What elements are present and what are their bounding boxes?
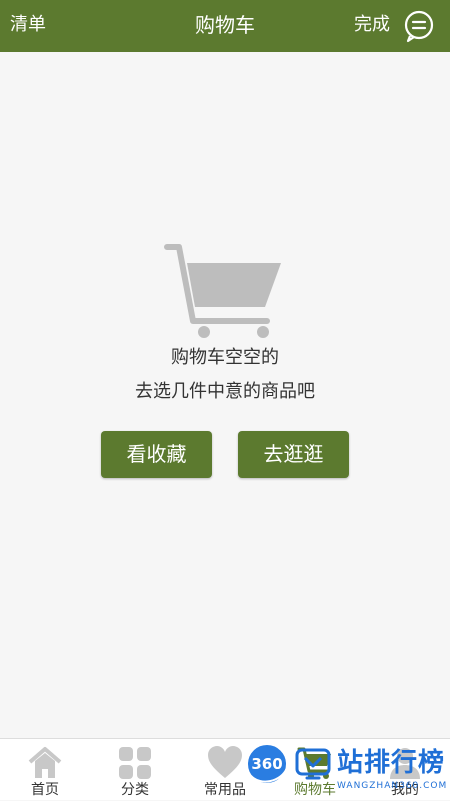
message-icon[interactable] bbox=[402, 9, 436, 43]
cart-icon bbox=[297, 747, 331, 779]
view-favorites-button[interactable]: 看收藏 bbox=[101, 431, 212, 478]
nav-item-cart[interactable]: 购物车 bbox=[270, 739, 360, 801]
nav-label-mine: 我的 bbox=[391, 782, 419, 798]
nav-label-cart: 购物车 bbox=[294, 782, 336, 798]
bottom-nav: 首页 分类 常用品 购物车 我的 bbox=[0, 738, 450, 800]
empty-cart-title: 购物车空空的 bbox=[171, 347, 279, 368]
nav-item-favorites[interactable]: 常用品 bbox=[180, 739, 270, 801]
nav-label-home: 首页 bbox=[31, 782, 59, 798]
nav-label-category: 分类 bbox=[121, 782, 149, 798]
empty-cart-subtitle: 去选几件中意的商品吧 bbox=[135, 381, 315, 402]
nav-item-category[interactable]: 分类 bbox=[90, 739, 180, 801]
top-bar: 清单 购物车 完成 bbox=[0, 0, 450, 52]
nav-label-favorites: 常用品 bbox=[204, 782, 246, 798]
nav-item-mine[interactable]: 我的 bbox=[360, 739, 450, 801]
user-icon bbox=[390, 748, 420, 779]
nav-item-home[interactable]: 首页 bbox=[0, 739, 90, 801]
empty-cart-icon bbox=[164, 244, 281, 338]
done-button[interactable]: 完成 bbox=[354, 14, 390, 36]
heart-icon bbox=[208, 746, 242, 778]
cart-content: 购物车空空的 去选几件中意的商品吧 看收藏 去逛逛 bbox=[0, 52, 450, 738]
home-icon bbox=[28, 747, 62, 778]
go-shopping-button[interactable]: 去逛逛 bbox=[238, 431, 349, 478]
category-icon bbox=[119, 747, 151, 779]
